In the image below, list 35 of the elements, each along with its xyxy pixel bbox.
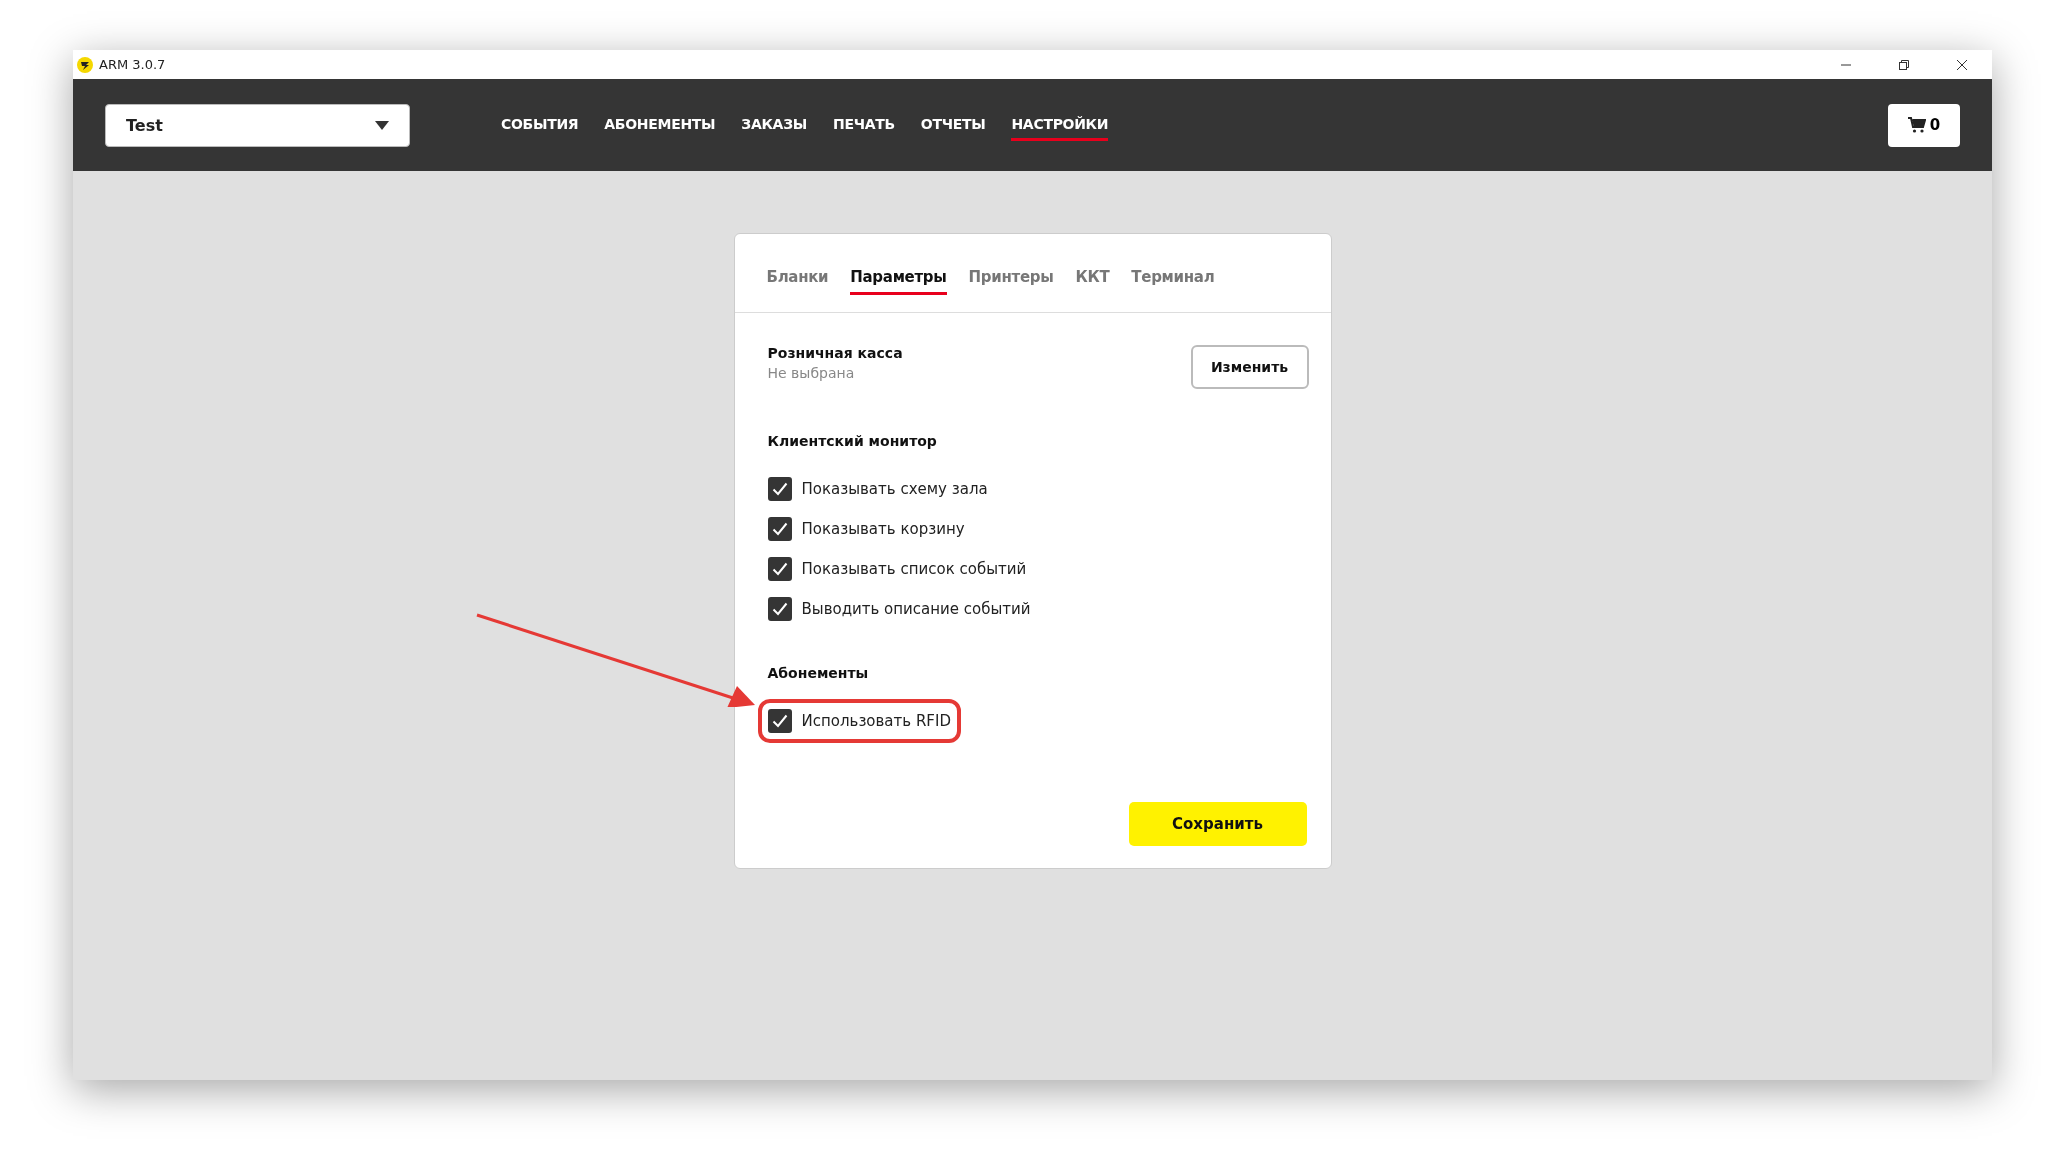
section-heading: Абонементы (767, 665, 870, 681)
nav-link[interactable]: АБОНЕМЕНТЫ (604, 109, 716, 141)
checkbox[interactable] (767, 709, 792, 733)
register-value: Не выбрана (767, 365, 856, 381)
restore-icon[interactable] (1898, 58, 1910, 71)
checkbox-label: Показывать список событий (801, 560, 1027, 578)
nav-link[interactable]: ПЕЧАТЬ (833, 109, 895, 141)
checkbox[interactable] (767, 517, 792, 541)
checkbox-label: Показывать схему зала (801, 480, 988, 498)
change-button[interactable]: Изменить (1190, 345, 1309, 389)
settings-tab[interactable]: ККТ (1075, 259, 1110, 295)
settings-tab[interactable]: Терминал (1131, 259, 1215, 295)
save-button[interactable]: Сохранить (1128, 802, 1307, 846)
app-logo-icon (77, 56, 93, 73)
settings-tab[interactable]: Принтеры (968, 259, 1054, 295)
section-heading: Клиентский монитор (767, 433, 938, 449)
checkbox-label: Использовать RFID (801, 712, 951, 730)
caret-icon (375, 120, 389, 130)
cart-icon (1907, 117, 1926, 133)
settings-tab[interactable]: Бланки (766, 259, 829, 295)
checkbox-label: Показывать корзину (801, 520, 965, 538)
settings-tab[interactable]: Параметры (850, 259, 947, 295)
window-title: ARM 3.0.7 (99, 57, 166, 72)
nav-link[interactable]: ОТЧЕТЫ (920, 109, 986, 141)
checkbox-label: Выводить описание событий (801, 600, 1031, 618)
section-heading: Розничная касса (767, 345, 903, 361)
close-icon[interactable] (1956, 58, 1968, 71)
checkbox[interactable] (767, 477, 792, 501)
cart-button[interactable]: 0 (1888, 103, 1960, 147)
checkbox[interactable] (767, 557, 792, 581)
nav-link[interactable]: НАСТРОЙКИ (1011, 109, 1109, 141)
nav-link[interactable]: ЗАКАЗЫ (741, 109, 807, 141)
nav-link[interactable]: СОБЫТИЯ (501, 109, 579, 141)
checkbox[interactable] (767, 597, 792, 621)
venue-select[interactable]: Test (105, 103, 410, 147)
